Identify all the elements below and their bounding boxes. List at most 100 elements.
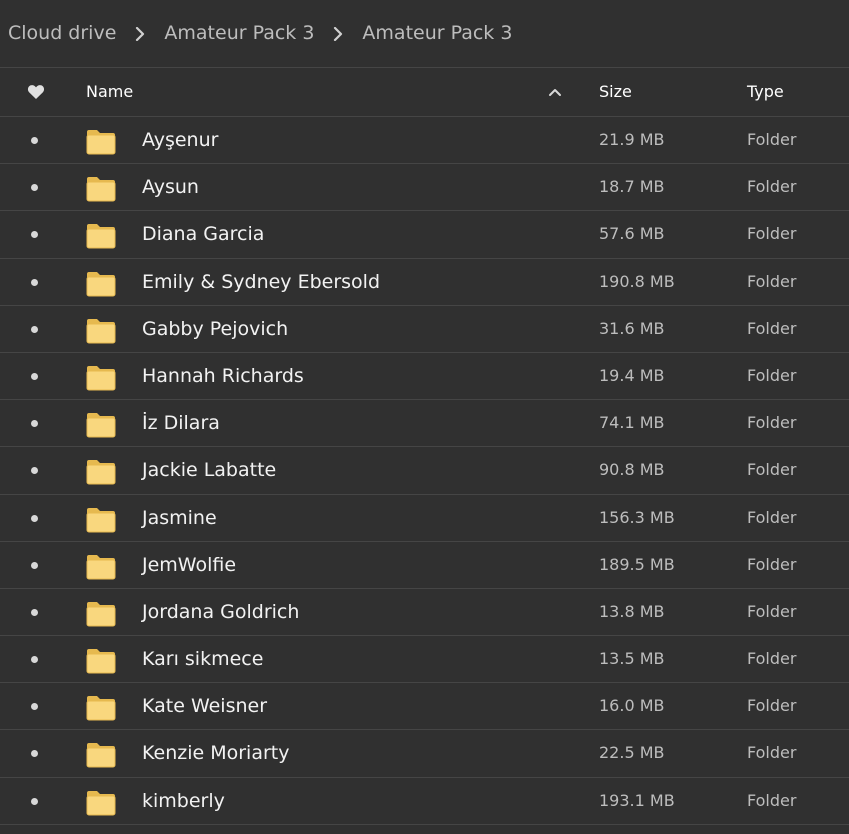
file-list-header: Name Size Type: [0, 67, 849, 117]
breadcrumb-cloud-drive[interactable]: Cloud drive: [8, 22, 116, 44]
file-type: Folder: [747, 601, 797, 621]
column-header-type[interactable]: Type: [747, 68, 784, 116]
file-type: Folder: [747, 790, 797, 810]
folder-icon: [86, 740, 116, 768]
file-row[interactable]: Jordana Goldrich 13.8 MB Folder: [0, 589, 849, 637]
file-size: 74.1 MB: [599, 413, 665, 433]
column-header-name[interactable]: Name: [86, 68, 133, 116]
file-row[interactable]: Kate Weisner 16.0 MB Folder: [0, 683, 849, 731]
breadcrumb: Cloud drive Amateur Pack 3 Amateur Pack …: [0, 0, 849, 66]
file-name[interactable]: Hannah Richards: [142, 353, 304, 399]
file-type: Folder: [747, 177, 797, 197]
file-row[interactable]: kimberly 193.1 MB Folder: [0, 778, 849, 825]
file-name[interactable]: Jordana Goldrich: [142, 589, 299, 635]
favorite-dot-icon[interactable]: [31, 608, 38, 616]
file-name[interactable]: Gabby Pejovich: [142, 306, 288, 352]
folder-icon: [86, 316, 116, 344]
file-row[interactable]: Karı sikmece 13.5 MB Folder: [0, 636, 849, 684]
file-name[interactable]: kimberly: [142, 778, 225, 824]
file-type: Folder: [747, 743, 797, 763]
file-size: 57.6 MB: [599, 224, 665, 244]
file-type: Folder: [747, 507, 797, 527]
folder-icon: [86, 410, 116, 438]
favorite-dot-icon[interactable]: [31, 797, 38, 805]
favorite-dot-icon[interactable]: [31, 514, 38, 522]
file-size: 31.6 MB: [599, 318, 665, 338]
breadcrumb-amateur-pack-3-current[interactable]: Amateur Pack 3: [362, 22, 512, 44]
file-name[interactable]: Ayşenur: [142, 117, 218, 163]
folder-icon: [86, 693, 116, 721]
folder-icon: [86, 788, 116, 816]
folder-icon: [86, 269, 116, 297]
file-type: Folder: [747, 224, 797, 244]
file-size: 21.9 MB: [599, 130, 665, 149]
file-row[interactable]: Hannah Richards 19.4 MB Folder: [0, 353, 849, 401]
file-size: 193.1 MB: [599, 790, 675, 810]
file-name[interactable]: Karı sikmece: [142, 636, 263, 682]
folder-icon: [86, 646, 116, 674]
file-type: Folder: [747, 696, 797, 716]
file-size: 19.4 MB: [599, 365, 665, 385]
file-row[interactable]: Ayşenur 21.9 MB Folder: [0, 117, 849, 165]
file-row[interactable]: Emily & Sydney Ebersold 190.8 MB Folder: [0, 259, 849, 306]
favorite-dot-icon[interactable]: [31, 703, 38, 711]
file-row[interactable]: JemWolfie 189.5 MB Folder: [0, 542, 849, 589]
file-type: Folder: [747, 460, 797, 480]
file-type: Folder: [747, 554, 797, 574]
favorite-dot-icon[interactable]: [31, 278, 38, 286]
favorite-dot-icon[interactable]: [31, 420, 38, 428]
file-type: Folder: [747, 365, 797, 385]
file-list: Ayşenur 21.9 MB Folder Aysun 18.7 MB Folder Di…: [0, 117, 849, 825]
file-name[interactable]: Jasmine: [142, 495, 217, 541]
folder-icon: [86, 127, 116, 155]
folder-icon: [86, 363, 116, 391]
file-name[interactable]: JemWolfie: [142, 542, 236, 588]
file-type: Folder: [747, 130, 797, 149]
folder-icon: [86, 174, 116, 202]
file-type: Folder: [747, 649, 797, 669]
file-row[interactable]: Gabby Pejovich 31.6 MB Folder: [0, 306, 849, 353]
file-row[interactable]: Jasmine 156.3 MB Folder: [0, 495, 849, 542]
file-type: Folder: [747, 271, 797, 291]
breadcrumb-amateur-pack-3-parent[interactable]: Amateur Pack 3: [164, 22, 314, 44]
file-name[interactable]: İz Dilara: [142, 400, 220, 446]
file-size: 13.8 MB: [599, 601, 665, 621]
favorite-dot-icon[interactable]: [31, 467, 38, 475]
column-header-size[interactable]: Size: [599, 68, 632, 116]
file-name[interactable]: Aysun: [142, 164, 199, 210]
file-row[interactable]: Diana Garcia 57.6 MB Folder: [0, 211, 849, 259]
file-size: 190.8 MB: [599, 271, 675, 291]
file-name[interactable]: Kate Weisner: [142, 683, 267, 729]
folder-icon: [86, 552, 116, 580]
file-size: 16.0 MB: [599, 696, 665, 716]
favorite-dot-icon[interactable]: [31, 372, 38, 380]
file-size: 156.3 MB: [599, 507, 675, 527]
favorite-dot-icon[interactable]: [31, 184, 38, 192]
folder-icon: [86, 221, 116, 249]
file-name[interactable]: Jackie Labatte: [142, 447, 276, 493]
file-name[interactable]: Kenzie Moriarty: [142, 730, 289, 776]
file-name[interactable]: Emily & Sydney Ebersold: [142, 259, 380, 305]
file-row[interactable]: Aysun 18.7 MB Folder: [0, 164, 849, 212]
folder-icon: [86, 505, 116, 532]
favorite-dot-icon[interactable]: [31, 137, 38, 144]
favorite-dot-icon[interactable]: [31, 325, 38, 333]
file-type: Folder: [747, 413, 797, 433]
favorite-dot-icon[interactable]: [31, 231, 38, 239]
file-type: Folder: [747, 318, 797, 338]
file-name[interactable]: Diana Garcia: [142, 211, 264, 257]
favorite-dot-icon[interactable]: [31, 656, 38, 664]
file-size: 18.7 MB: [599, 177, 665, 197]
chevron-right-icon: [314, 24, 362, 43]
file-size: 13.5 MB: [599, 649, 665, 669]
file-row[interactable]: Kenzie Moriarty 22.5 MB Folder: [0, 730, 849, 778]
file-size: 90.8 MB: [599, 460, 665, 480]
heart-icon[interactable]: [25, 68, 47, 116]
favorite-dot-icon[interactable]: [31, 750, 38, 758]
file-size: 189.5 MB: [599, 554, 675, 574]
sort-ascending-icon[interactable]: [548, 68, 562, 116]
favorite-dot-icon[interactable]: [31, 561, 38, 569]
chevron-right-icon: [116, 24, 164, 43]
file-row[interactable]: Jackie Labatte 90.8 MB Folder: [0, 447, 849, 495]
file-row[interactable]: İz Dilara 74.1 MB Folder: [0, 400, 849, 448]
